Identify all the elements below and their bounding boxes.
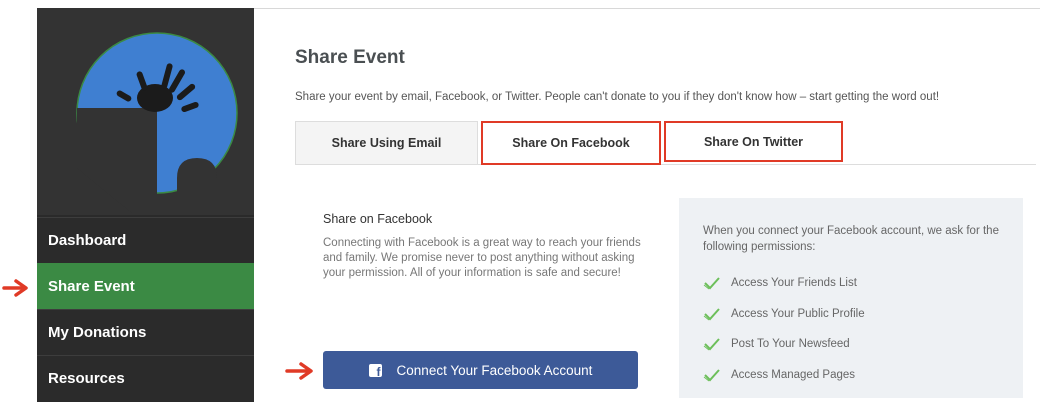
sidebar-item-label: Dashboard [48, 232, 127, 249]
checkmark-icon [703, 369, 720, 382]
permission-label: Access Your Public Profile [731, 307, 865, 320]
checkmark-icon [703, 277, 720, 290]
checkmark-icon [703, 308, 720, 321]
sidebar-item-label: My Donations [48, 324, 147, 341]
list-item: Access Your Public Profile [703, 299, 865, 330]
share-tabs: Share Using Email Share On Facebook Shar… [295, 121, 1036, 165]
tab-label: Share On Twitter [703, 134, 804, 149]
sidebar-item-resources[interactable]: Resources [37, 355, 254, 401]
tab-label: Share Using Email [331, 136, 442, 150]
facebook-heading: Share on Facebook [323, 212, 433, 226]
permissions-intro: When you connect your Facebook account, … [703, 225, 999, 253]
top-divider [254, 8, 1040, 9]
permission-label: Access Your Friends List [731, 277, 857, 290]
hand-print-logo [76, 32, 238, 215]
connect-facebook-button[interactable]: f Connect Your Facebook Account [323, 351, 638, 389]
logo-area [37, 8, 254, 215]
sidebar-item-label: Share Event [48, 278, 135, 295]
list-item: Access Managed Pages [703, 360, 865, 391]
sidebar-item-label: Resources [48, 370, 125, 387]
list-item: Post To Your Newsfeed [703, 329, 865, 360]
permissions-list: Access Your Friends List Access Your Pub… [703, 268, 865, 390]
facebook-description: Connecting with Facebook is a great way … [323, 237, 641, 279]
annotation-arrow-icon [285, 362, 313, 380]
permission-label: Post To Your Newsfeed [731, 338, 850, 351]
sidebar-item-share-event[interactable]: Share Event [37, 263, 254, 309]
tab-share-facebook[interactable]: Share On Facebook [481, 121, 661, 165]
tab-label: Share On Facebook [512, 136, 630, 150]
sidebar-item-my-donations[interactable]: My Donations [37, 309, 254, 355]
list-item: Access Your Friends List [703, 268, 865, 299]
facebook-section: Share on Facebook Connecting with Facebo… [323, 212, 643, 281]
page-title: Share Event [295, 47, 405, 68]
sidebar-item-dashboard[interactable]: Dashboard [37, 217, 254, 263]
sidebar-nav: Dashboard Share Event My Donations Resou… [37, 217, 254, 401]
facebook-icon-letter: f [376, 364, 381, 379]
tab-share-email[interactable]: Share Using Email [295, 121, 478, 164]
annotation-arrow-icon [2, 279, 28, 297]
permissions-panel: When you connect your Facebook account, … [679, 198, 1023, 398]
tab-share-twitter[interactable]: Share On Twitter [664, 121, 843, 162]
permission-label: Access Managed Pages [731, 368, 856, 381]
facebook-icon: f [368, 363, 382, 379]
page-subtitle: Share your event by email, Facebook, or … [295, 91, 940, 103]
checkmark-icon [703, 338, 720, 351]
sidebar: Dashboard Share Event My Donations Resou… [37, 8, 254, 402]
connect-facebook-label: Connect Your Facebook Account [396, 362, 593, 378]
